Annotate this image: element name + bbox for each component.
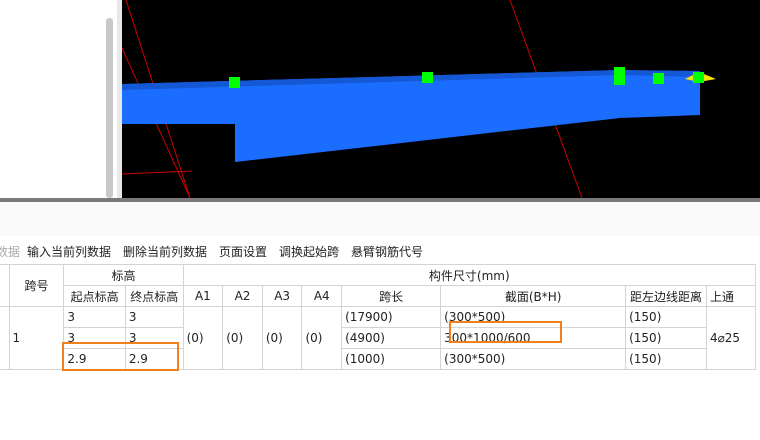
section-cell[interactable]: 300*1000/600	[440, 327, 627, 349]
cantilever-rebar-code-button[interactable]: 悬臂钢筋代号	[351, 243, 423, 260]
header-a4: A4	[301, 285, 343, 307]
grip-point[interactable]	[422, 72, 433, 83]
span-no-cell[interactable]: 1	[8, 306, 65, 370]
grip-point[interactable]	[229, 77, 240, 88]
input-current-column-button[interactable]: 输入当前列数据	[27, 243, 111, 260]
section-cell[interactable]: (300*500)	[440, 306, 627, 328]
header-span-no: 跨号	[8, 264, 65, 307]
header-end-elevation: 终点标高	[124, 285, 184, 307]
page-setup-button[interactable]: 页面设置	[219, 243, 267, 260]
left-panel	[0, 0, 118, 198]
table-toolbar: 数据 输入当前列数据 删除当前列数据 页面设置 调换起始跨 悬臂钢筋代号	[0, 236, 760, 264]
toolbar-strip	[0, 202, 760, 237]
start-elevation-cell[interactable]: 3	[63, 327, 126, 349]
end-elevation-cell[interactable]: 3	[124, 327, 184, 349]
span-length-cell[interactable]: (17900)	[341, 306, 442, 328]
header-a3: A3	[261, 285, 303, 307]
header-elevation: 标高	[63, 264, 184, 286]
beam-data-table: 跨号 标高 构件尺寸(mm) 起点标高 终点标高 A1 A2 A3 A4 跨长 …	[0, 264, 757, 370]
header-edge-distance: 距左边线距离	[625, 285, 707, 307]
beam-model-canvas[interactable]	[122, 0, 760, 198]
delete-current-column-button[interactable]: 删除当前列数据	[123, 243, 207, 260]
grip-point[interactable]	[653, 73, 664, 84]
end-elevation-cell[interactable]: 3	[124, 306, 184, 328]
row-header-cell	[0, 306, 10, 370]
header-a1: A1	[182, 285, 224, 307]
blank-header-cell	[0, 264, 10, 307]
left-panel-scrollbar[interactable]	[106, 18, 113, 198]
toolbar-item-data[interactable]: 数据	[0, 243, 20, 260]
table-row: 3 3 (4900) 300*1000/600 (150)	[0, 327, 756, 349]
header-start-elevation: 起点标高	[63, 285, 126, 307]
section-cell[interactable]: (300*500)	[440, 348, 627, 370]
edge-distance-cell[interactable]: (150)	[625, 327, 707, 349]
header-a2: A2	[222, 285, 263, 307]
grip-point[interactable]	[693, 72, 704, 83]
header-section: 截面(B*H)	[440, 285, 627, 307]
span-length-cell[interactable]: (4900)	[341, 327, 442, 349]
table-row: 2.9 2.9 (1000) (300*500) (150)	[0, 348, 756, 370]
a1-cell[interactable]: (0)	[182, 306, 224, 370]
a4-cell[interactable]: (0)	[301, 306, 343, 370]
span-length-cell[interactable]: (1000)	[341, 348, 442, 370]
header-dimensions: 构件尺寸(mm)	[182, 264, 757, 286]
table-row: 1 3 3 (0) (0) (0) (0) (17900) (300*500) …	[0, 306, 757, 370]
top-rebar-cell[interactable]: 4⌀25	[705, 306, 757, 370]
grip-point[interactable]	[614, 67, 625, 85]
start-elevation-cell[interactable]: 2.9	[63, 348, 126, 370]
edge-distance-cell[interactable]: (150)	[625, 348, 707, 370]
end-elevation-cell[interactable]: 2.9	[124, 348, 184, 370]
3d-viewport[interactable]	[122, 0, 760, 198]
header-top-rebar: 上通	[705, 285, 757, 307]
header-span-length: 跨长	[341, 285, 442, 307]
start-elevation-cell[interactable]: 3	[63, 306, 126, 328]
edge-distance-cell[interactable]: (150)	[625, 306, 707, 328]
swap-start-span-button[interactable]: 调换起始跨	[279, 243, 339, 260]
a2-cell[interactable]: (0)	[222, 306, 263, 370]
a3-cell[interactable]: (0)	[261, 306, 303, 370]
